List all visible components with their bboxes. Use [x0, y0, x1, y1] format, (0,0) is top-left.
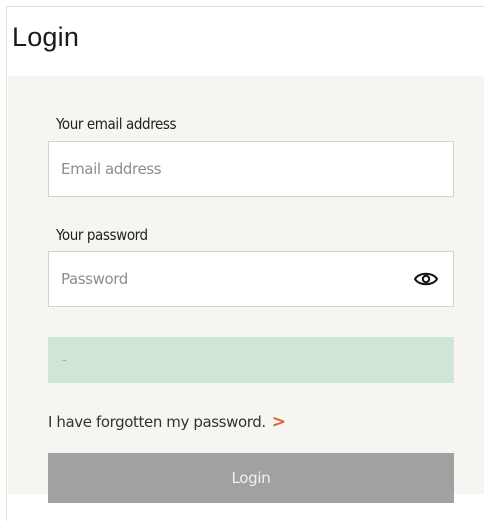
forgot-password-link[interactable]: I have forgotten my password. > — [48, 414, 286, 431]
email-label: Your email address — [56, 115, 177, 133]
password-field[interactable] — [61, 252, 391, 306]
eye-icon-graphic — [413, 272, 439, 286]
status-message: - — [48, 337, 454, 383]
forgot-password-text: I have forgotten my password. — [48, 413, 266, 431]
status-message-text: - — [62, 351, 67, 367]
password-field-container — [48, 251, 454, 307]
page-title: Login — [12, 22, 80, 52]
email-field[interactable] — [61, 142, 391, 196]
email-field-container — [48, 141, 454, 197]
chevron-right-icon: > — [271, 412, 286, 432]
eye-icon[interactable] — [413, 267, 439, 291]
login-button[interactable]: Login — [48, 453, 454, 503]
password-label: Your password — [56, 226, 148, 244]
